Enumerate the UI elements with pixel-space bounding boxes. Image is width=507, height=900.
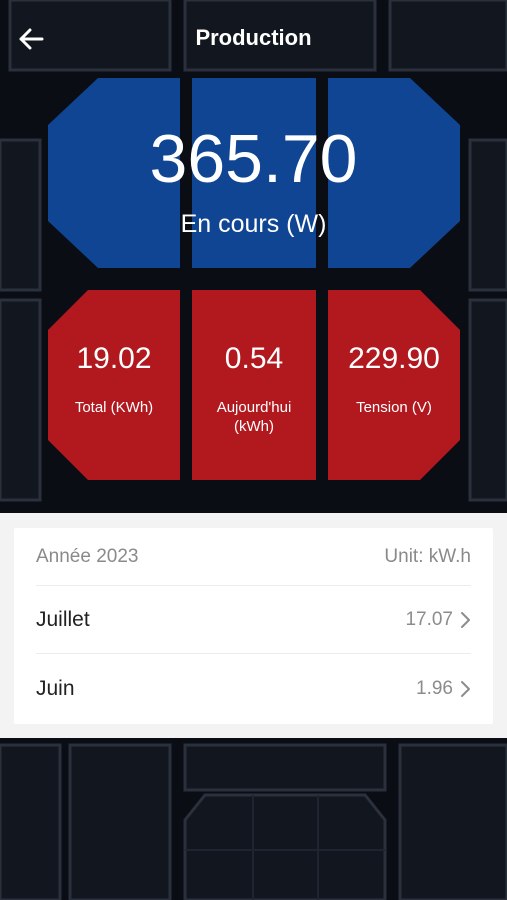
chevron-right-icon bbox=[461, 681, 470, 697]
history-card: Année 2023 Unit: kW.h Juillet 17.07 Juin… bbox=[14, 528, 493, 724]
stat-today-shape bbox=[192, 290, 316, 480]
stat-total-shape bbox=[48, 290, 180, 480]
stat-voltage-shape bbox=[328, 290, 460, 480]
current-power-value: 365.70 bbox=[149, 121, 358, 197]
stat-today-label: Aujourd'hui (kWh) bbox=[216, 399, 292, 435]
stat-total-value: 19.02 bbox=[76, 342, 152, 375]
month-label: Juin bbox=[36, 677, 75, 700]
stat-total-label: Total (KWh) bbox=[74, 399, 154, 416]
month-row-juillet[interactable]: Juillet 17.07 bbox=[36, 586, 471, 654]
month-label: Juillet bbox=[36, 607, 90, 631]
stat-today: 0.54 Aujourd'hui (kWh) bbox=[192, 290, 316, 480]
month-row-juin[interactable]: Juin 1.96 bbox=[36, 655, 471, 723]
stat-total: 19.02 Total (KWh) bbox=[48, 290, 180, 480]
chevron-right-icon bbox=[461, 611, 470, 628]
top-bar: Production bbox=[0, 0, 507, 78]
history-card-header: Année 2023 Unit: kW.h bbox=[36, 528, 471, 586]
month-value: 17.07 bbox=[405, 608, 453, 630]
unit-label: Unit: kW.h bbox=[384, 545, 471, 567]
month-value: 1.96 bbox=[416, 678, 453, 699]
year-label: Année 2023 bbox=[36, 545, 139, 567]
page-title: Production bbox=[195, 25, 312, 50]
stat-today-value: 0.54 bbox=[224, 342, 284, 375]
stat-voltage-label: Tension (V) bbox=[356, 399, 432, 416]
stat-voltage: 229.90 Tension (V) bbox=[328, 290, 460, 480]
current-power-label: En cours (W) bbox=[180, 210, 327, 238]
month-value-group: 17.07 bbox=[405, 609, 471, 631]
month-value-group: 1.96 bbox=[416, 678, 471, 700]
stats-panel: 19.02 Total (KWh) 0.54 Aujourd'hui (kWh)… bbox=[48, 290, 460, 480]
stat-voltage-value: 229.90 bbox=[348, 342, 440, 375]
